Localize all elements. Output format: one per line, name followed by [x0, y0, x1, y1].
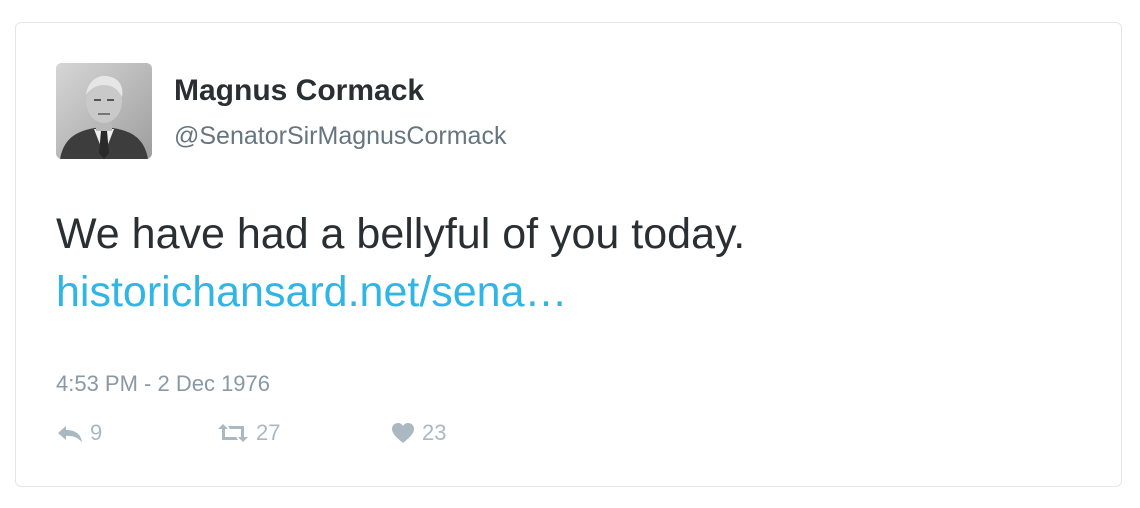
heart-icon [392, 423, 414, 443]
retweet-button[interactable]: 27 [216, 418, 280, 448]
reply-count: 9 [90, 420, 103, 445]
author-name[interactable]: Magnus Cormack [174, 73, 424, 109]
portrait-photo-icon [56, 63, 152, 159]
reply-icon [58, 426, 82, 442]
tweet-text-line: We have had a bellyful of you today. [56, 210, 746, 258]
reply-button[interactable]: 9 [56, 418, 102, 448]
retweet-count: 27 [256, 420, 281, 445]
author-avatar[interactable] [56, 63, 152, 159]
tweet-actions: 9 27 23 [56, 418, 556, 448]
tweet-text: We have had a bellyful of you today. his… [56, 205, 745, 321]
retweet-icon [218, 424, 248, 442]
tweet-link[interactable]: historichansard.net/sena… [56, 263, 745, 321]
like-button[interactable]: 23 [390, 418, 446, 448]
tweet-timestamp[interactable]: 4:53 PM - 2 Dec 1976 [56, 371, 270, 397]
tweet-card: Magnus Cormack @SenatorSirMagnusCormack … [15, 22, 1122, 487]
like-count: 23 [422, 420, 447, 445]
author-handle[interactable]: @SenatorSirMagnusCormack [174, 121, 506, 151]
